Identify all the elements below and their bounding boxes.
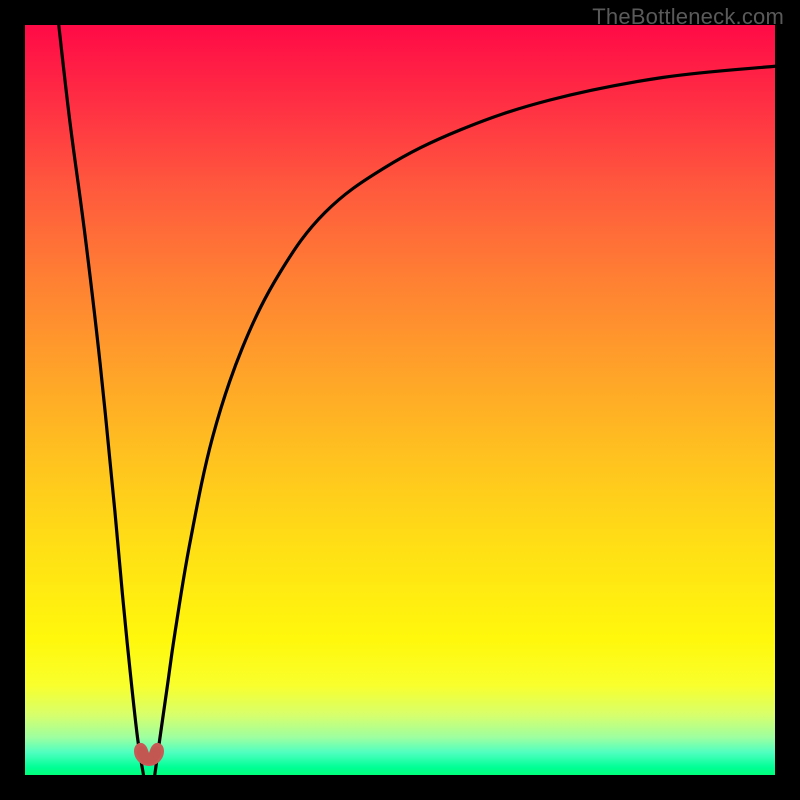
- plot-area: [25, 25, 775, 775]
- curve-right-branch: [155, 66, 775, 775]
- bottleneck-curve: [25, 25, 775, 775]
- chart-frame: TheBottleneck.com: [0, 0, 800, 800]
- curve-left-branch: [59, 25, 144, 775]
- watermark-text: TheBottleneck.com: [592, 4, 784, 30]
- heart-icon: [132, 738, 166, 768]
